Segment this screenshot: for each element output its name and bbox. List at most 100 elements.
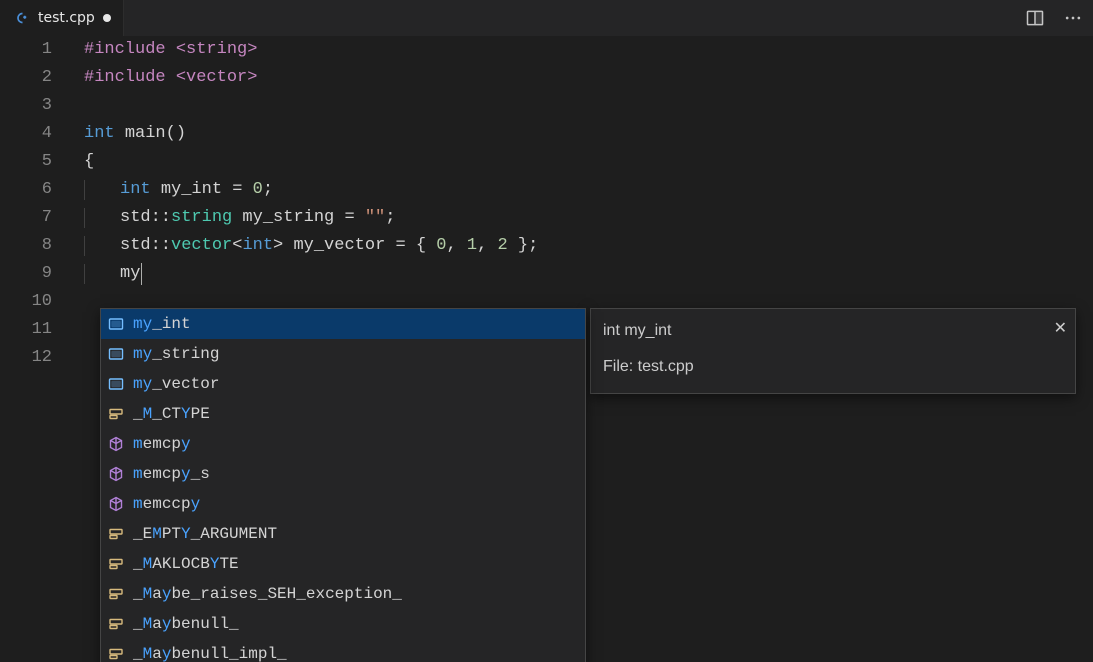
- code-token: };: [508, 232, 539, 260]
- suggest-item[interactable]: _M_CTYPE: [101, 399, 585, 429]
- tabbar-actions: [1023, 6, 1085, 30]
- suggest-item[interactable]: memccpy: [101, 489, 585, 519]
- close-icon[interactable]: ✕: [1054, 315, 1067, 343]
- tabs-container: test.cpp: [0, 0, 124, 36]
- code-line[interactable]: int main(): [84, 120, 1093, 148]
- indent-guide: [84, 180, 85, 200]
- code-token: {: [84, 148, 94, 176]
- method-icon: [107, 465, 125, 483]
- code-token: vector: [171, 232, 232, 260]
- suggest-item[interactable]: my_int: [101, 309, 585, 339]
- suggest-label: my_vector: [133, 370, 219, 398]
- code-token: my: [120, 260, 140, 288]
- code-token: ;: [263, 176, 273, 204]
- suggest-item[interactable]: _EMPTY_ARGUMENT: [101, 519, 585, 549]
- indent-guide: [84, 264, 85, 284]
- code-token: (): [166, 120, 186, 148]
- suggest-label: _M_CTYPE: [133, 400, 210, 428]
- suggest-label: my_string: [133, 340, 219, 368]
- suggest-label: _Maybenull_: [133, 610, 239, 638]
- variable-icon: [107, 345, 125, 363]
- line-number: 5: [0, 148, 52, 176]
- code-line[interactable]: #include <string>: [84, 36, 1093, 64]
- suggest-item[interactable]: memcpy: [101, 429, 585, 459]
- code-token: >: [273, 232, 283, 260]
- code-line[interactable]: std::vector<int> my_vector = { 0, 1, 2 }…: [84, 232, 1093, 260]
- line-number: 8: [0, 232, 52, 260]
- code-token: ,: [477, 232, 497, 260]
- code-token: 2: [498, 232, 508, 260]
- suggest-item[interactable]: _Maybenull_impl_: [101, 639, 585, 662]
- suggest-item[interactable]: my_string: [101, 339, 585, 369]
- suggest-widget[interactable]: my_intmy_stringmy_vector_M_CTYPEmemcpyme…: [100, 308, 586, 662]
- code-token: <: [176, 64, 186, 92]
- code-token: int: [120, 176, 161, 204]
- tab-bar: test.cpp: [0, 0, 1093, 36]
- code-token: string: [186, 36, 247, 64]
- suggest-item[interactable]: memcpy_s: [101, 459, 585, 489]
- code-token: vector: [186, 64, 247, 92]
- line-number: 9: [0, 260, 52, 288]
- constant-icon: [107, 615, 125, 633]
- suggest-label: memcpy_s: [133, 460, 210, 488]
- line-number: 4: [0, 120, 52, 148]
- indent-guide: [84, 208, 85, 228]
- indent-guide: [84, 236, 85, 256]
- code-token: ;: [385, 204, 395, 232]
- suggest-detail-file: File: test.cpp: [603, 353, 1063, 381]
- code-token: my_int: [161, 176, 232, 204]
- code-token: {: [416, 232, 436, 260]
- line-gutter: 123456789101112: [0, 36, 70, 662]
- suggest-label: memcpy: [133, 430, 191, 458]
- constant-icon: [107, 525, 125, 543]
- code-token: int: [84, 120, 125, 148]
- suggest-detail: ✕ int my_int File: test.cpp: [590, 308, 1076, 394]
- text-cursor: [141, 263, 142, 285]
- code-token: my_vector: [283, 232, 395, 260]
- variable-icon: [107, 315, 125, 333]
- method-icon: [107, 495, 125, 513]
- code-token: 0: [253, 176, 263, 204]
- suggest-label: _Maybe_raises_SEH_exception_: [133, 580, 402, 608]
- code-token: =: [232, 176, 252, 204]
- suggest-item[interactable]: _Maybe_raises_SEH_exception_: [101, 579, 585, 609]
- suggest-detail-signature: int my_int: [603, 317, 1063, 345]
- code-token: >: [247, 64, 257, 92]
- constant-icon: [107, 585, 125, 603]
- line-number: 2: [0, 64, 52, 92]
- code-token: string: [171, 204, 232, 232]
- line-number: 3: [0, 92, 52, 120]
- suggest-item[interactable]: _Maybenull_: [101, 609, 585, 639]
- code-line[interactable]: my: [84, 260, 1093, 288]
- split-editor-icon[interactable]: [1023, 6, 1047, 30]
- code-line[interactable]: [84, 92, 1093, 120]
- code-line[interactable]: #include <vector>: [84, 64, 1093, 92]
- suggest-item[interactable]: _MAKLOCBYTE: [101, 549, 585, 579]
- code-line[interactable]: std::string my_string = "";: [84, 204, 1093, 232]
- code-token: ,: [446, 232, 466, 260]
- more-icon[interactable]: [1061, 6, 1085, 30]
- suggest-label: _Maybenull_impl_: [133, 640, 287, 662]
- line-number: 1: [0, 36, 52, 64]
- code-token: #include: [84, 64, 176, 92]
- line-number: 7: [0, 204, 52, 232]
- code-token: 0: [436, 232, 446, 260]
- line-number: 10: [0, 288, 52, 316]
- editor[interactable]: 123456789101112 #include <string>#includ…: [0, 36, 1093, 662]
- code-token: std: [120, 204, 151, 232]
- suggest-label: my_int: [133, 310, 191, 338]
- code-line[interactable]: int my_int = 0;: [84, 176, 1093, 204]
- suggest-item[interactable]: my_vector: [101, 369, 585, 399]
- line-number: 11: [0, 316, 52, 344]
- code-token: #include: [84, 36, 176, 64]
- code-token: main: [125, 120, 166, 148]
- tab-testcpp[interactable]: test.cpp: [0, 0, 124, 36]
- constant-icon: [107, 555, 125, 573]
- suggest-label: _EMPTY_ARGUMENT: [133, 520, 277, 548]
- code-token: my_string: [232, 204, 344, 232]
- variable-icon: [107, 375, 125, 393]
- constant-icon: [107, 645, 125, 662]
- line-number: 12: [0, 344, 52, 372]
- constant-icon: [107, 405, 125, 423]
- code-line[interactable]: {: [84, 148, 1093, 176]
